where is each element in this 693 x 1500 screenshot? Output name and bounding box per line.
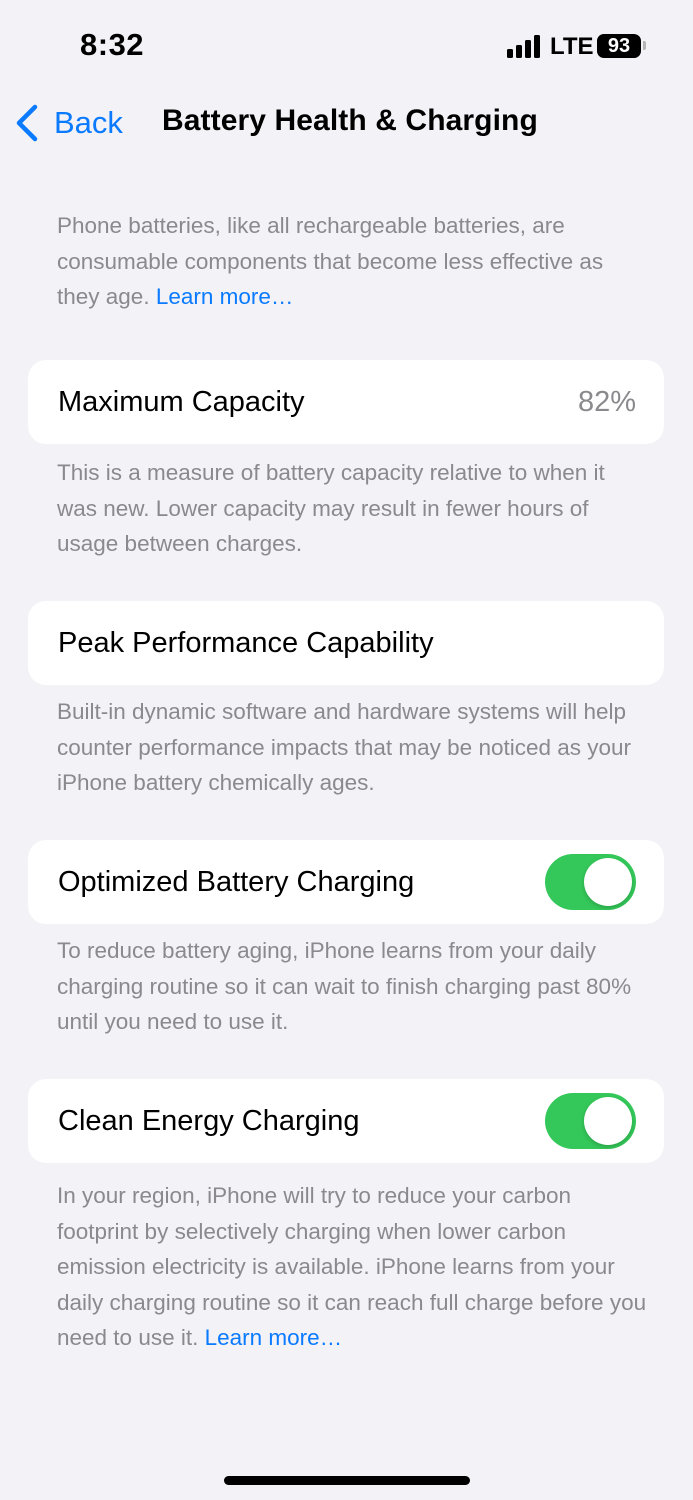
battery-icon: 93 (597, 34, 641, 58)
optimized-charging-footnote: To reduce battery aging, iPhone learns f… (57, 938, 632, 1034)
back-button[interactable]: Back (14, 100, 123, 146)
page-title: Battery Health & Charging (162, 104, 538, 137)
network-type-label: LTE (550, 33, 594, 60)
maximum-capacity-value: 82% (577, 386, 636, 418)
optimized-charging-label: Optimized Battery Charging (58, 866, 415, 898)
toggle-knob (584, 1097, 632, 1145)
clean-energy-label: Clean Energy Charging (58, 1105, 360, 1137)
back-label: Back (54, 105, 123, 140)
battery-cap-icon (643, 41, 646, 50)
clean-energy-cell: Clean Energy Charging (28, 1079, 664, 1163)
clean-energy-footnote: In your region, iPhone will try to reduc… (57, 1178, 647, 1356)
peak-performance-cell: Peak Performance Capability (28, 601, 664, 685)
optimized-charging-toggle[interactable] (545, 854, 636, 910)
peak-performance-footnote: Built-in dynamic software and hardware s… (57, 699, 632, 795)
learn-more-link[interactable]: Learn more… (156, 284, 294, 309)
status-time: 8:32 (80, 27, 145, 62)
clean-energy-learn-more-link[interactable]: Learn more… (205, 1325, 343, 1350)
clean-energy-description: In your region, iPhone will try to reduc… (57, 1183, 647, 1350)
chevron-left-icon (16, 104, 38, 142)
peak-performance-label: Peak Performance Capability (58, 627, 434, 659)
battery-level-label: 93 (607, 35, 631, 57)
clean-energy-toggle[interactable] (545, 1093, 636, 1149)
intro-text: Phone batteries, like all rechargeable b… (57, 208, 647, 315)
maximum-capacity-label: Maximum Capacity (58, 386, 305, 418)
maximum-capacity-cell: Maximum Capacity 82% (28, 360, 664, 444)
optimized-charging-cell: Optimized Battery Charging (28, 840, 664, 924)
cellular-signal-icon (507, 34, 543, 58)
toggle-knob (584, 858, 632, 906)
intro-description: Phone batteries, like all rechargeable b… (57, 213, 604, 309)
maximum-capacity-footnote: This is a measure of battery capacity re… (57, 460, 605, 556)
home-indicator[interactable] (224, 1476, 470, 1485)
status-bar: 8:32 LTE 93 (0, 0, 693, 90)
